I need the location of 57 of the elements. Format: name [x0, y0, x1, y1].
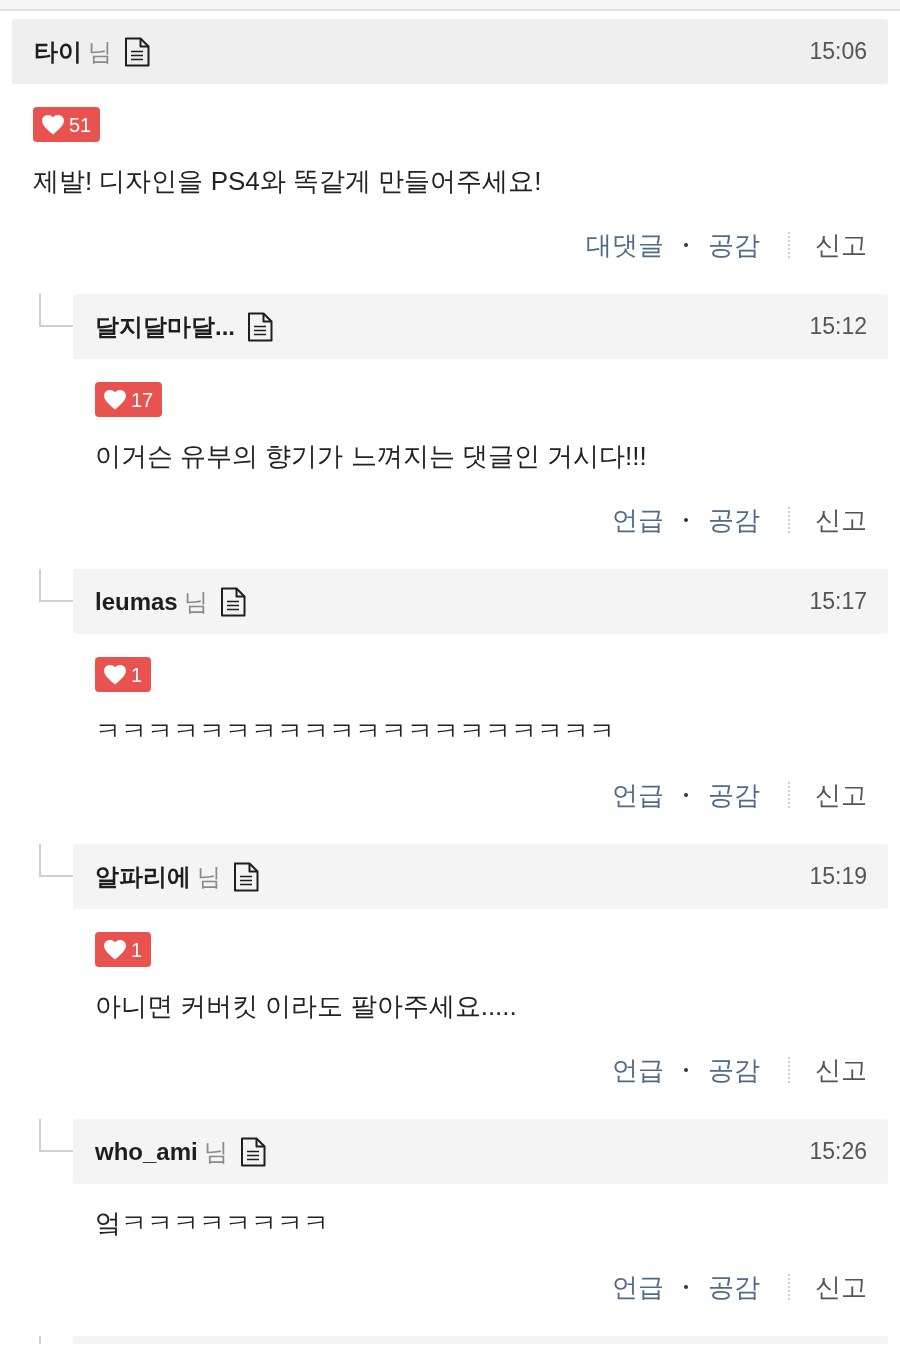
- thread-connector-line: [39, 294, 73, 328]
- like-link[interactable]: 공감: [708, 500, 760, 540]
- report-link[interactable]: 신고: [815, 775, 867, 815]
- honorific-label: 님: [203, 1136, 228, 1167]
- like-link[interactable]: 공감: [708, 775, 760, 815]
- reply-link[interactable]: 대댓글: [586, 225, 664, 265]
- honorific-label: 님: [183, 586, 208, 617]
- report-link[interactable]: 신고: [815, 500, 867, 540]
- comment-text: ㅋㅋㅋㅋㅋㅋㅋㅋㅋㅋㅋㅋㅋㅋㅋㅋㅋㅋㅋㅋ: [95, 715, 616, 748]
- document-icon: [219, 586, 246, 617]
- heart-icon: [42, 114, 64, 135]
- document-icon: [124, 36, 150, 67]
- like-count-button[interactable]: 1: [95, 657, 152, 692]
- separator-dot-icon: [684, 1285, 688, 1289]
- honorific-label: 님: [197, 861, 221, 892]
- author-name: 알파리에: [95, 861, 191, 892]
- like-count-button[interactable]: 51: [33, 107, 101, 142]
- comment-time: 15:06: [809, 37, 867, 67]
- comment-text: 아니면 커버킷 이라도 팔아주세요.....: [95, 990, 518, 1023]
- like-count-button[interactable]: 17: [95, 382, 163, 417]
- like-link[interactable]: 공감: [708, 1267, 760, 1307]
- like-link[interactable]: 공감: [708, 225, 760, 265]
- comment-time: 15:17: [809, 587, 867, 617]
- author-name: 달지달마달...: [95, 311, 235, 342]
- like-link[interactable]: 공감: [708, 1050, 760, 1090]
- report-link[interactable]: 신고: [815, 225, 867, 265]
- mention-link[interactable]: 언급: [612, 775, 664, 815]
- document-icon: [247, 311, 273, 342]
- mention-link[interactable]: 언급: [612, 500, 664, 540]
- thread-connector-line: [39, 1336, 41, 1344]
- comment-text: 이거슨 유부의 향기가 느껴지는 댓글인 거시다!!!: [95, 440, 648, 473]
- separator-dot-icon: [684, 518, 688, 522]
- mention-link[interactable]: 언급: [612, 1267, 664, 1307]
- author-name: who_ami: [95, 1136, 198, 1167]
- report-link[interactable]: 신고: [815, 1050, 867, 1090]
- separator-dot-icon: [684, 243, 688, 247]
- thread-connector-line: [39, 569, 73, 603]
- comment-time: 15:12: [809, 312, 867, 342]
- report-link[interactable]: 신고: [815, 1267, 867, 1307]
- heart-icon: [104, 389, 126, 410]
- like-count-button[interactable]: 1: [95, 932, 152, 967]
- honorific-label: 님: [88, 36, 112, 67]
- heart-icon: [104, 939, 126, 960]
- comment-text: 제발! 디자인을 PS4와 똑같게 만들어주세요!: [33, 165, 543, 198]
- author-name: 타이: [34, 36, 82, 67]
- comment-time: 15:26: [809, 1137, 867, 1167]
- document-icon: [239, 1136, 266, 1167]
- comment-text: 엌ㅋㅋㅋㅋㅋㅋㅋㅋ: [95, 1207, 330, 1240]
- document-icon: [233, 861, 259, 892]
- author-name: leumas: [95, 586, 178, 617]
- separator-dot-icon: [684, 793, 688, 797]
- heart-icon: [104, 664, 126, 685]
- thread-connector-line: [39, 844, 73, 878]
- thread-connector-line: [39, 1119, 73, 1153]
- comment-time: 15:19: [809, 862, 867, 892]
- separator-dot-icon: [684, 1068, 688, 1072]
- mention-link[interactable]: 언급: [612, 1050, 664, 1090]
